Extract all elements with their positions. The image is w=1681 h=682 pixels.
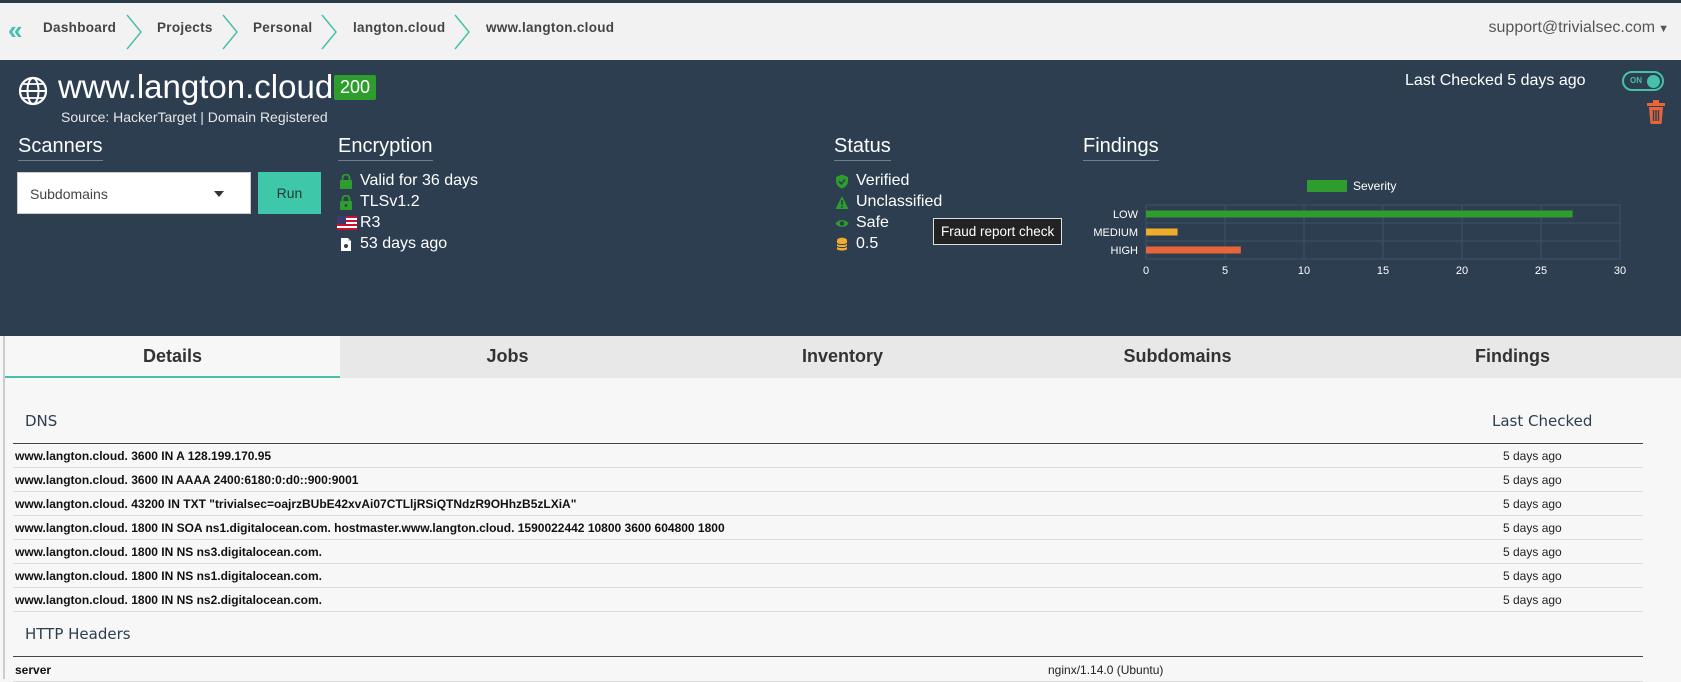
breadcrumb-projects[interactable]: Projects — [157, 20, 213, 35]
x-tick-label: 25 — [1535, 265, 1547, 277]
tab-details[interactable]: Details — [5, 336, 340, 378]
breadcrumb-separator-icon — [222, 14, 238, 50]
dns-record-row: www.langton.cloud. 3600 IN A 128.199.170… — [13, 444, 1643, 468]
scanner-select-value: Subdomains — [30, 186, 108, 202]
encryption-validity-text: Valid for 36 days — [360, 172, 478, 189]
tab-subdomains[interactable]: Subdomains — [1010, 336, 1345, 378]
category-label: HIGH — [1111, 245, 1139, 257]
scanners-heading: Scanners — [18, 135, 103, 161]
x-tick-label: 10 — [1298, 265, 1310, 277]
user-email: support@trivialsec.com — [1488, 19, 1656, 36]
dns-record-text: www.langton.cloud. 1800 IN NS ns3.digita… — [15, 545, 322, 559]
breadcrumb-langton-cloud[interactable]: langton.cloud — [353, 20, 445, 35]
dns-record-text: www.langton.cloud. 3600 IN AAAA 2400:618… — [15, 473, 359, 487]
us-flag-icon — [337, 216, 357, 230]
category-label: LOW — [1113, 209, 1139, 221]
monitoring-toggle[interactable]: ON — [1622, 71, 1664, 91]
run-button[interactable]: Run — [258, 172, 321, 214]
status-classification-text: Unclassified — [856, 193, 943, 210]
breadcrumb-dashboard[interactable]: Dashboard — [43, 20, 116, 35]
http-header-row: server nginx/1.14.0 (Ubuntu) — [13, 658, 1643, 682]
caret-down-icon — [214, 191, 224, 197]
dns-record-checked: 5 days ago — [1503, 473, 1562, 487]
document-icon — [341, 238, 351, 251]
globe-icon — [18, 76, 48, 106]
dns-heading: DNS — [25, 412, 58, 430]
encryption-issuer-text: R3 — [360, 214, 381, 231]
lock-icon — [340, 174, 352, 189]
unlock-icon — [340, 195, 352, 210]
x-tick-label: 30 — [1614, 265, 1626, 277]
eye-icon — [835, 220, 849, 227]
http-header-value: nginx/1.14.0 (Ubuntu) — [1048, 663, 1164, 677]
dns-record-checked: 5 days ago — [1503, 497, 1562, 511]
dns-record-text: www.langton.cloud. 3600 IN A 128.199.170… — [15, 449, 272, 463]
dns-record-checked: 5 days ago — [1503, 593, 1562, 607]
encryption-heading: Encryption — [338, 135, 433, 161]
breadcrumb-bar: « Dashboard Projects Personal langton.cl… — [0, 0, 1681, 60]
warning-icon — [835, 196, 849, 209]
page-title: www.langton.cloud — [58, 68, 334, 105]
http-header-name: server — [15, 663, 52, 677]
findings-heading: Findings — [1083, 135, 1159, 161]
status-heading: Status — [834, 135, 891, 161]
findings-severity-chart: Severity 0 5 10 15 20 25 30 LOW MEDIUM HIGH — [1093, 179, 1626, 277]
status-verified-text: Verified — [856, 172, 910, 189]
user-menu[interactable]: support@trivialsec.com ▼ — [1489, 19, 1669, 37]
dns-record-checked: 5 days ago — [1503, 545, 1562, 559]
bar-high — [1146, 246, 1241, 254]
dns-record-row: www.langton.cloud. 3600 IN AAAA 2400:618… — [13, 468, 1643, 492]
legend-swatch — [1307, 180, 1347, 192]
dns-record-row: www.langton.cloud. 1800 IN SOA ns1.digit… — [13, 516, 1643, 540]
collapse-sidebar-icon[interactable]: « — [8, 17, 23, 43]
shield-check-icon — [836, 174, 848, 189]
bar-low — [1146, 210, 1573, 218]
dns-record-text: www.langton.cloud. 43200 IN TXT "trivial… — [15, 497, 577, 511]
encryption-age-text: 53 days ago — [360, 235, 448, 252]
chevron-down-icon: ▼ — [1655, 23, 1669, 35]
x-tick-label: 5 — [1222, 265, 1228, 277]
dns-record-row: www.langton.cloud. 1800 IN NS ns3.digita… — [13, 540, 1643, 564]
dns-record-row: www.langton.cloud. 1800 IN NS ns1.digita… — [13, 564, 1643, 588]
bar-medium — [1146, 228, 1178, 236]
last-checked-text: Last Checked 5 days ago — [1405, 72, 1586, 89]
dns-last-checked-header: Last Checked — [1492, 412, 1593, 430]
dns-record-row: www.langton.cloud. 1800 IN NS ns2.digita… — [13, 588, 1643, 612]
tab-findings[interactable]: Findings — [1345, 336, 1680, 378]
dns-record-checked: 5 days ago — [1503, 569, 1562, 583]
breadcrumb-separator-icon — [126, 14, 142, 50]
status-score-text: 0.5 — [856, 235, 879, 252]
dns-record-text: www.langton.cloud. 1800 IN NS ns1.digita… — [15, 569, 322, 583]
scanner-select[interactable]: Subdomains — [17, 172, 251, 214]
trash-icon[interactable] — [1645, 100, 1667, 125]
dns-record-row: www.langton.cloud. 43200 IN TXT "trivial… — [13, 492, 1643, 516]
breadcrumb-separator-icon — [321, 14, 337, 50]
dns-record-checked: 5 days ago — [1503, 449, 1562, 463]
dns-record-text: www.langton.cloud. 1800 IN NS ns2.digita… — [15, 593, 322, 607]
fraud-report-tooltip: Fraud report check — [933, 218, 1063, 245]
x-tick-label: 15 — [1377, 265, 1389, 277]
x-tick-label: 20 — [1456, 265, 1468, 277]
database-icon — [836, 237, 848, 251]
category-label: MEDIUM — [1093, 227, 1138, 239]
http-headers-divider — [13, 656, 1643, 657]
encryption-protocol-text: TLSv1.2 — [360, 193, 420, 210]
dns-record-text: www.langton.cloud. 1800 IN SOA ns1.digit… — [15, 521, 725, 535]
breadcrumb-separator-icon — [454, 14, 470, 50]
content-left-border — [3, 336, 5, 679]
http-status-badge: 200 — [334, 75, 377, 100]
tab-inventory[interactable]: Inventory — [675, 336, 1010, 378]
http-headers-heading: HTTP Headers — [25, 625, 131, 643]
legend-label: Severity — [1353, 179, 1396, 193]
x-tick-label: 0 — [1143, 265, 1149, 277]
breadcrumb-current: www.langton.cloud — [486, 20, 615, 35]
source-text: Source: HackerTarget | Domain Registered — [61, 109, 328, 125]
tab-jobs[interactable]: Jobs — [340, 336, 675, 378]
toggle-label: ON — [1630, 76, 1642, 85]
toggle-knob — [1647, 75, 1660, 88]
detail-tabs: Details Jobs Inventory Subdomains Findin… — [5, 336, 1681, 378]
dns-record-checked: 5 days ago — [1503, 521, 1562, 535]
status-safety-text: Safe — [856, 214, 889, 231]
breadcrumb-personal[interactable]: Personal — [253, 20, 312, 35]
